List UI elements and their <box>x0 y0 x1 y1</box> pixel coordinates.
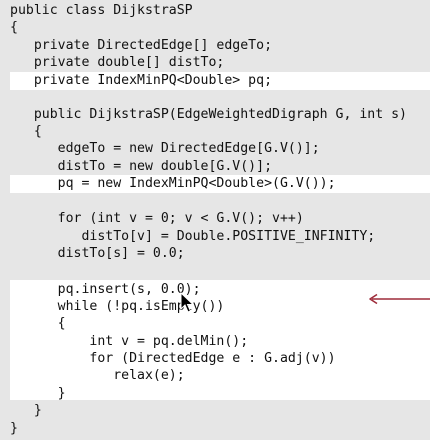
code-line-23: } <box>10 386 66 401</box>
code-line-15: distTo[s] = 0.0; <box>10 246 185 261</box>
code-line-4: private double[] distTo; <box>10 55 225 70</box>
code-line-2: { <box>10 20 18 35</box>
code-line-19: { <box>10 316 66 331</box>
code-line-1: public class DijkstraSP <box>10 3 193 18</box>
code-line-14: distTo[v] = Double.POSITIVE_INFINITY; <box>10 229 376 244</box>
code-line-10: distTo = new double[G.V()]; <box>10 159 273 174</box>
code-line-20: int v = pq.delMin(); <box>10 334 249 349</box>
arrow-left-icon <box>369 293 430 305</box>
code-line-3: private DirectedEdge[] edgeTo; <box>10 38 273 53</box>
code-line-9: edgeTo = new DirectedEdge[G.V()]; <box>10 141 320 156</box>
code-line-5: private IndexMinPQ<Double> pq; <box>10 73 273 88</box>
code-line-11: pq = new IndexMinPQ<Double>(G.V()); <box>10 176 336 191</box>
mouse-pointer-icon <box>180 292 194 313</box>
code-line-24: } <box>10 403 42 418</box>
code-view: public class DijkstraSP { private Direct… <box>0 0 430 440</box>
code-line-21: for (DirectedEdge e : G.adj(v)) <box>10 351 336 366</box>
code-line-8: { <box>10 124 42 139</box>
code-line-17: pq.insert(s, 0.0); <box>10 282 201 297</box>
code-line-13: for (int v = 0; v < G.V(); v++) <box>10 211 304 226</box>
code-line-25: } <box>10 421 18 436</box>
code-line-7: public DijkstraSP(EdgeWeightedDigraph G,… <box>10 107 407 122</box>
code-line-22: relax(e); <box>10 368 185 383</box>
